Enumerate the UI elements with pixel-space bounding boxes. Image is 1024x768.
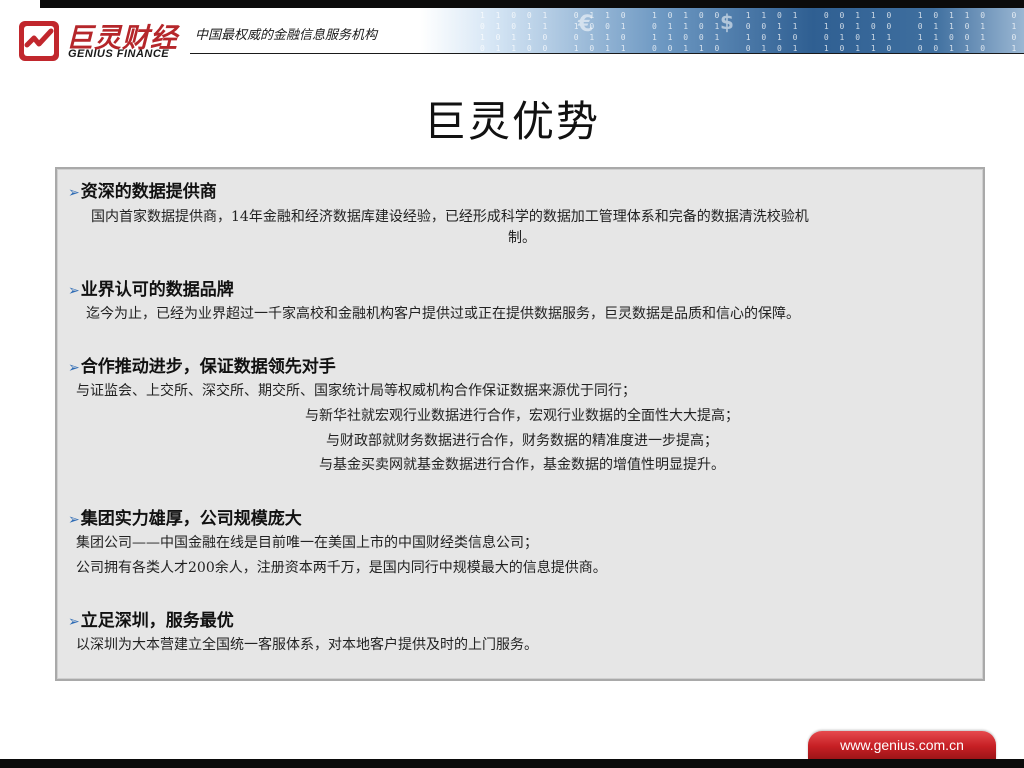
section-text-line: 集团公司——中国金融在线是目前唯一在美国上市的中国财经类信息公司； bbox=[76, 535, 538, 551]
section-text-line: 国内首家数据提供商，14年金融和经济数据库建设经验，已经形成科学的数据加工管理体… bbox=[91, 209, 809, 225]
arrow-bullet-icon: ➢ bbox=[68, 614, 80, 630]
section-heading: ➢合作推动进步，保证数据领先对手 bbox=[68, 352, 336, 377]
footer-black-bar bbox=[0, 759, 1024, 768]
arrow-bullet-icon: ➢ bbox=[68, 283, 80, 299]
chart-check-icon bbox=[19, 21, 59, 61]
arrow-bullet-icon: ➢ bbox=[68, 185, 80, 201]
page-title: 巨灵优势 bbox=[423, 97, 600, 146]
section-text-line: 制。 bbox=[508, 230, 536, 246]
section-heading-text: 集团实力雄厚，公司规模庞大 bbox=[80, 509, 302, 529]
header-slogan: 中国最权威的金融信息服务机构 bbox=[195, 28, 378, 43]
section-heading-text: 合作推动进步，保证数据领先对手 bbox=[80, 357, 336, 377]
section-text-line: 与新华社就宏观行业数据进行合作，宏观行业数据的全面性大大提高； bbox=[305, 408, 739, 424]
banner-digit-texture: 1 1 0 0 1 0 1 1 0 1 0 1 0 0 1 1 0 1 0 0 … bbox=[480, 11, 1020, 53]
logo-english-name: GENIUS FINANCE bbox=[68, 48, 170, 60]
section-heading-text: 业界认可的数据品牌 bbox=[80, 280, 234, 300]
section-text-line: 迄今为止，已经为业界超过一千家高校和金融机构客户提供过或正在提供数据服务，巨灵数… bbox=[86, 306, 800, 322]
euro-icon: € bbox=[578, 12, 594, 37]
dollar-icon: $ bbox=[720, 10, 734, 34]
header-banner: 1 1 0 0 1 0 1 1 0 1 0 1 0 0 1 1 0 1 0 0 … bbox=[420, 8, 1024, 54]
section-heading-text: 资深的数据提供商 bbox=[80, 182, 217, 202]
content-panel: ➢资深的数据提供商 国内首家数据提供商，14年金融和经济数据库建设经验，已经形成… bbox=[55, 167, 985, 681]
footer-url-link[interactable]: www.genius.com.cn bbox=[808, 737, 996, 753]
header-rule bbox=[190, 53, 1024, 54]
section-heading: ➢资深的数据提供商 bbox=[68, 177, 217, 202]
section-text-line: 与财政部就财务数据进行合作，财务数据的精准度进一步提高； bbox=[326, 433, 718, 449]
arrow-bullet-icon: ➢ bbox=[68, 360, 80, 376]
section-heading-text: 立足深圳，服务最优 bbox=[80, 611, 234, 631]
section-heading: ➢立足深圳，服务最优 bbox=[68, 606, 234, 631]
top-black-bar bbox=[40, 0, 1024, 8]
section-heading: ➢业界认可的数据品牌 bbox=[68, 275, 234, 300]
section-text-line: 公司拥有各类人才200余人，注册资本两千万，是国内同行中规模最大的信息提供商。 bbox=[76, 560, 607, 576]
section-text-line: 与基金买卖网就基金数据进行合作，基金数据的增值性明显提升。 bbox=[319, 457, 725, 473]
section-text-line: 与证监会、上交所、深交所、期交所、国家统计局等权威机构合作保证数据来源优于同行； bbox=[76, 383, 636, 399]
section-heading: ➢集团实力雄厚，公司规模庞大 bbox=[68, 504, 302, 529]
arrow-bullet-icon: ➢ bbox=[68, 512, 80, 528]
section-text-line: 以深圳为大本营建立全国统一客服体系，对本地客户提供及时的上门服务。 bbox=[76, 637, 538, 653]
